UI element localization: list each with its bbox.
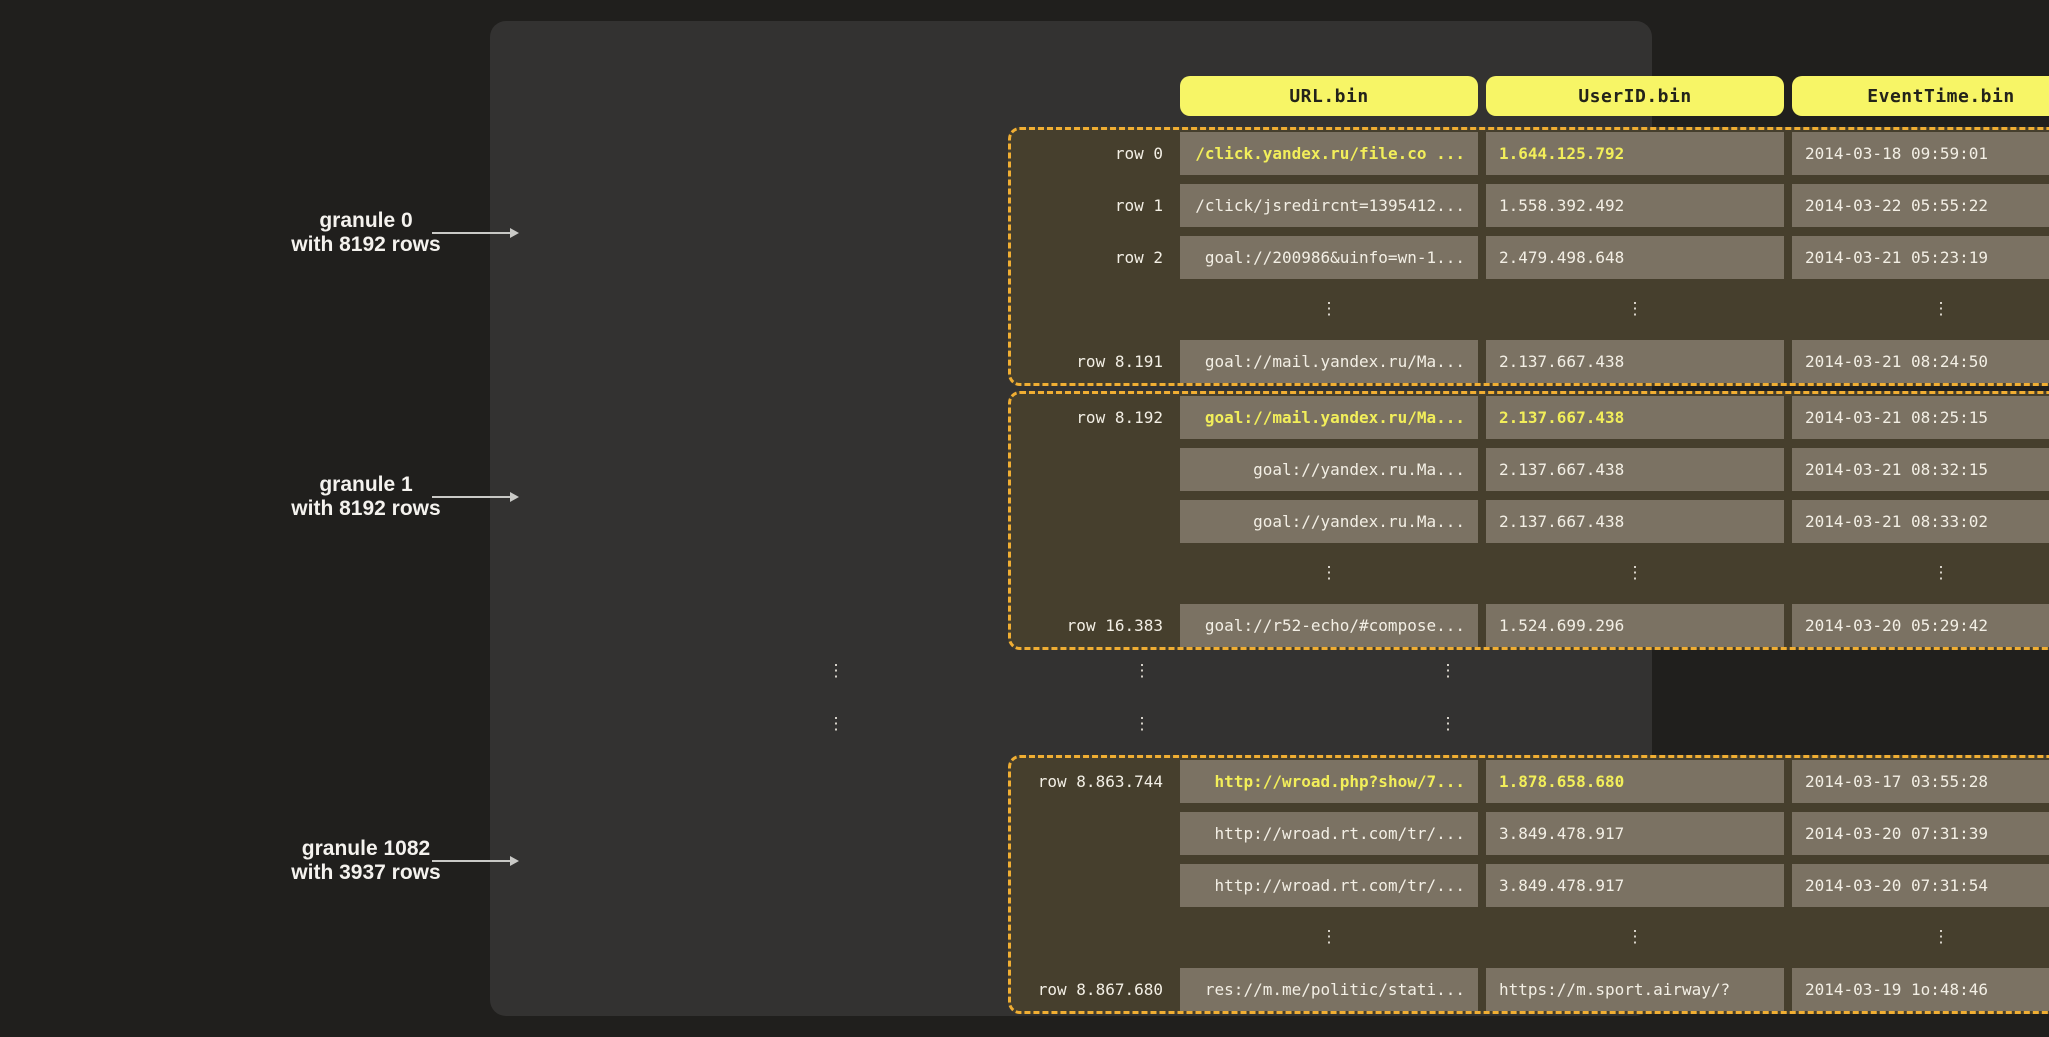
url-cell: goal://mail.yandex.ru/Ma... xyxy=(1180,396,1478,439)
table-row: goal://yandex.ru.Ma... 2.137.667.438 201… xyxy=(1011,448,2049,491)
column-header-url-bin: URL.bin xyxy=(1180,76,1478,116)
row-index-label: row 8.192 xyxy=(1011,396,1163,439)
ellipsis-row: ⋮ ⋮ ⋮ xyxy=(1011,916,2049,959)
table-row: row 0 /click.yandex.ru/file.co ... 1.644… xyxy=(1011,132,2049,175)
granule-1-box: row 8.192 goal://mail.yandex.ru/Ma... 2.… xyxy=(1008,391,2049,650)
row-index-label xyxy=(1011,812,1163,855)
granule-0-box: row 0 /click.yandex.ru/file.co ... 1.644… xyxy=(1008,127,2049,386)
ellipsis-row: ⋮ ⋮ ⋮ xyxy=(518,650,1628,693)
url-cell: http://wroad.rt.com/tr/... xyxy=(1180,812,1478,855)
vertical-ellipsis-icon: ⋮ xyxy=(1486,552,1784,595)
userid-cell: 1.558.392.492 xyxy=(1486,184,1784,227)
row-index-label: row 16.383 xyxy=(1011,604,1163,647)
url-cell: goal://yandex.ru.Ma... xyxy=(1180,448,1478,491)
userid-cell: 2.137.667.438 xyxy=(1486,448,1784,491)
row-index-label: row 0 xyxy=(1011,132,1163,175)
ellipsis-row: ⋮ ⋮ ⋮ xyxy=(1011,288,2049,331)
eventtime-cell: 2014-03-20 05:29:42 xyxy=(1792,604,2049,647)
vertical-ellipsis-icon: ⋮ xyxy=(1299,703,1597,746)
diagram-panel: URL.bin UserID.bin EventTime.bin row 0 /… xyxy=(490,21,1652,1016)
userid-cell: 2.479.498.648 xyxy=(1486,236,1784,279)
column-header-userid-bin: UserID.bin xyxy=(1486,76,1784,116)
vertical-ellipsis-icon: ⋮ xyxy=(1180,288,1478,331)
url-cell: /click/jsredircnt=1395412... xyxy=(1180,184,1478,227)
table-row: http://wroad.rt.com/tr/... 3.849.478.917… xyxy=(1011,864,2049,907)
table-row: row 8.191 goal://mail.yandex.ru/Ma... 2.… xyxy=(1011,340,2049,383)
annotation-line: granule 1 xyxy=(246,473,486,497)
vertical-ellipsis-icon: ⋮ xyxy=(1792,552,2049,595)
arrow-icon xyxy=(432,496,510,498)
ellipsis-row: ⋮ ⋮ ⋮ xyxy=(1011,552,2049,595)
ellipsis-row: ⋮ ⋮ ⋮ xyxy=(518,703,1628,746)
url-cell: /click.yandex.ru/file.co ... xyxy=(1180,132,1478,175)
row-index-label: row 8.191 xyxy=(1011,340,1163,383)
url-cell: goal://200986&uinfo=wn-1... xyxy=(1180,236,1478,279)
annotation-line: granule 0 xyxy=(246,209,486,233)
eventtime-cell: 2014-03-22 05:55:22 xyxy=(1792,184,2049,227)
userid-cell: 1.524.699.296 xyxy=(1486,604,1784,647)
eventtime-cell: 2014-03-21 08:24:50 xyxy=(1792,340,2049,383)
vertical-ellipsis-icon: ⋮ xyxy=(993,703,1291,746)
vertical-ellipsis-icon: ⋮ xyxy=(1299,650,1597,693)
url-cell: http://wroad.php?show/7... xyxy=(1180,760,1478,803)
eventtime-cell: 2014-03-21 08:25:15 xyxy=(1792,396,2049,439)
eventtime-cell: 2014-03-21 05:23:19 xyxy=(1792,236,2049,279)
table-row: row 8.867.680 res://m.me/politic/stati..… xyxy=(1011,968,2049,1011)
granule-1082-box: row 8.863.744 http://wroad.php?show/7...… xyxy=(1008,755,2049,1014)
eventtime-cell: 2014-03-21 08:32:15 xyxy=(1792,448,2049,491)
table-row: row 16.383 goal://r52-echo/#compose... 1… xyxy=(1011,604,2049,647)
table-row: goal://yandex.ru.Ma... 2.137.667.438 201… xyxy=(1011,500,2049,543)
vertical-ellipsis-icon: ⋮ xyxy=(1486,916,1784,959)
eventtime-cell: 2014-03-17 03:55:28 xyxy=(1792,760,2049,803)
userid-cell: 2.137.667.438 xyxy=(1486,500,1784,543)
userid-cell: 2.137.667.438 xyxy=(1486,340,1784,383)
userid-cell: https://m.sport.airway/? xyxy=(1486,968,1784,1011)
url-cell: res://m.me/politic/stati... xyxy=(1180,968,1478,1011)
vertical-ellipsis-icon: ⋮ xyxy=(687,650,985,693)
vertical-ellipsis-icon: ⋮ xyxy=(993,650,1291,693)
row-index-label: row 1 xyxy=(1011,184,1163,227)
userid-cell: 3.849.478.917 xyxy=(1486,864,1784,907)
row-index-label xyxy=(1011,864,1163,907)
eventtime-cell: 2014-03-20 07:31:54 xyxy=(1792,864,2049,907)
table-row: row 8.863.744 http://wroad.php?show/7...… xyxy=(1011,760,2049,803)
annotation-line: granule 1082 xyxy=(246,837,486,861)
userid-cell: 2.137.667.438 xyxy=(1486,396,1784,439)
vertical-ellipsis-icon: ⋮ xyxy=(1180,916,1478,959)
row-index-label: row 8.867.680 xyxy=(1011,968,1163,1011)
url-cell: goal://r52-echo/#compose... xyxy=(1180,604,1478,647)
annotation-line: with 8192 rows xyxy=(246,233,486,257)
table-row: row 1 /click/jsredircnt=1395412... 1.558… xyxy=(1011,184,2049,227)
vertical-ellipsis-icon: ⋮ xyxy=(1486,288,1784,331)
eventtime-cell: 2014-03-19 1o:48:46 xyxy=(1792,968,2049,1011)
url-cell: goal://yandex.ru.Ma... xyxy=(1180,500,1478,543)
vertical-ellipsis-icon: ⋮ xyxy=(1180,552,1478,595)
vertical-ellipsis-icon: ⋮ xyxy=(1792,288,2049,331)
column-header-eventtime-bin: EventTime.bin xyxy=(1792,76,2049,116)
row-index-label xyxy=(1011,448,1163,491)
arrow-icon xyxy=(432,232,510,234)
annotation-line: with 8192 rows xyxy=(246,497,486,521)
userid-cell: 1.878.658.680 xyxy=(1486,760,1784,803)
arrow-icon xyxy=(432,860,510,862)
eventtime-cell: 2014-03-20 07:31:39 xyxy=(1792,812,2049,855)
userid-cell: 1.644.125.792 xyxy=(1486,132,1784,175)
eventtime-cell: 2014-03-18 09:59:01 xyxy=(1792,132,2049,175)
eventtime-cell: 2014-03-21 08:33:02 xyxy=(1792,500,2049,543)
userid-cell: 3.849.478.917 xyxy=(1486,812,1784,855)
url-cell: goal://mail.yandex.ru/Ma... xyxy=(1180,340,1478,383)
table-row: http://wroad.rt.com/tr/... 3.849.478.917… xyxy=(1011,812,2049,855)
row-index-label: row 8.863.744 xyxy=(1011,760,1163,803)
annotation-line: with 3937 rows xyxy=(246,861,486,885)
vertical-ellipsis-icon: ⋮ xyxy=(687,703,985,746)
vertical-ellipsis-icon: ⋮ xyxy=(1792,916,2049,959)
row-index-label xyxy=(1011,500,1163,543)
table-row: row 8.192 goal://mail.yandex.ru/Ma... 2.… xyxy=(1011,396,2049,439)
row-index-label: row 2 xyxy=(1011,236,1163,279)
table-row: row 2 goal://200986&uinfo=wn-1... 2.479.… xyxy=(1011,236,2049,279)
url-cell: http://wroad.rt.com/tr/... xyxy=(1180,864,1478,907)
